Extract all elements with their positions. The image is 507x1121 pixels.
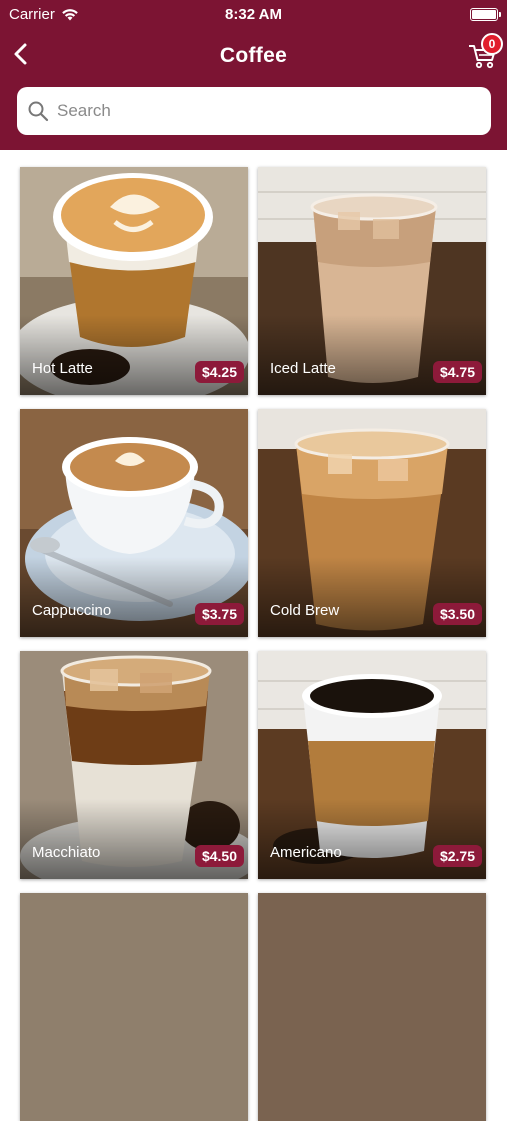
product-card-macchiato[interactable]: Macchiato $4.50 <box>20 651 248 879</box>
status-bar: Carrier 8:32 AM <box>0 0 507 28</box>
product-name: Cappuccino <box>32 602 112 619</box>
product-name: Iced Latte <box>270 360 336 377</box>
product-image-partial <box>258 893 486 1121</box>
product-name: Americano <box>270 844 342 861</box>
status-time: 8:32 AM <box>225 6 282 23</box>
product-grid: Hot Latte $4.25 Iced Latte $4.75 Cappucc… <box>0 150 507 1121</box>
search-input[interactable] <box>57 101 457 121</box>
product-price: $2.75 <box>432 845 482 867</box>
product-card-partial[interactable] <box>20 893 248 1121</box>
product-card-hot-latte[interactable]: Hot Latte $4.25 <box>20 167 248 395</box>
product-price: $3.50 <box>432 603 482 625</box>
app-header: Carrier 8:32 AM Coffee 0 <box>0 0 507 150</box>
product-name: Hot Latte <box>32 360 93 377</box>
product-price: $4.75 <box>432 361 482 383</box>
product-price: $4.50 <box>194 845 244 867</box>
product-name: Cold Brew <box>270 602 340 619</box>
product-image-partial <box>20 893 248 1121</box>
product-card-americano[interactable]: Americano $2.75 <box>258 651 486 879</box>
product-card-cold-brew[interactable]: Cold Brew $3.50 <box>258 409 486 637</box>
product-price: $3.75 <box>194 603 244 625</box>
product-card-iced-latte[interactable]: Iced Latte $4.75 <box>258 167 486 395</box>
battery-icon <box>470 8 501 21</box>
cart-count-badge: 0 <box>481 33 503 55</box>
page-title: Coffee <box>219 44 288 67</box>
product-card-partial[interactable] <box>258 893 486 1121</box>
product-name: Macchiato <box>32 844 101 861</box>
product-card-cappuccino[interactable]: Cappuccino $3.75 <box>20 409 248 637</box>
search-bar[interactable] <box>17 87 491 135</box>
product-price: $4.25 <box>194 361 244 383</box>
search-icon <box>28 101 49 122</box>
